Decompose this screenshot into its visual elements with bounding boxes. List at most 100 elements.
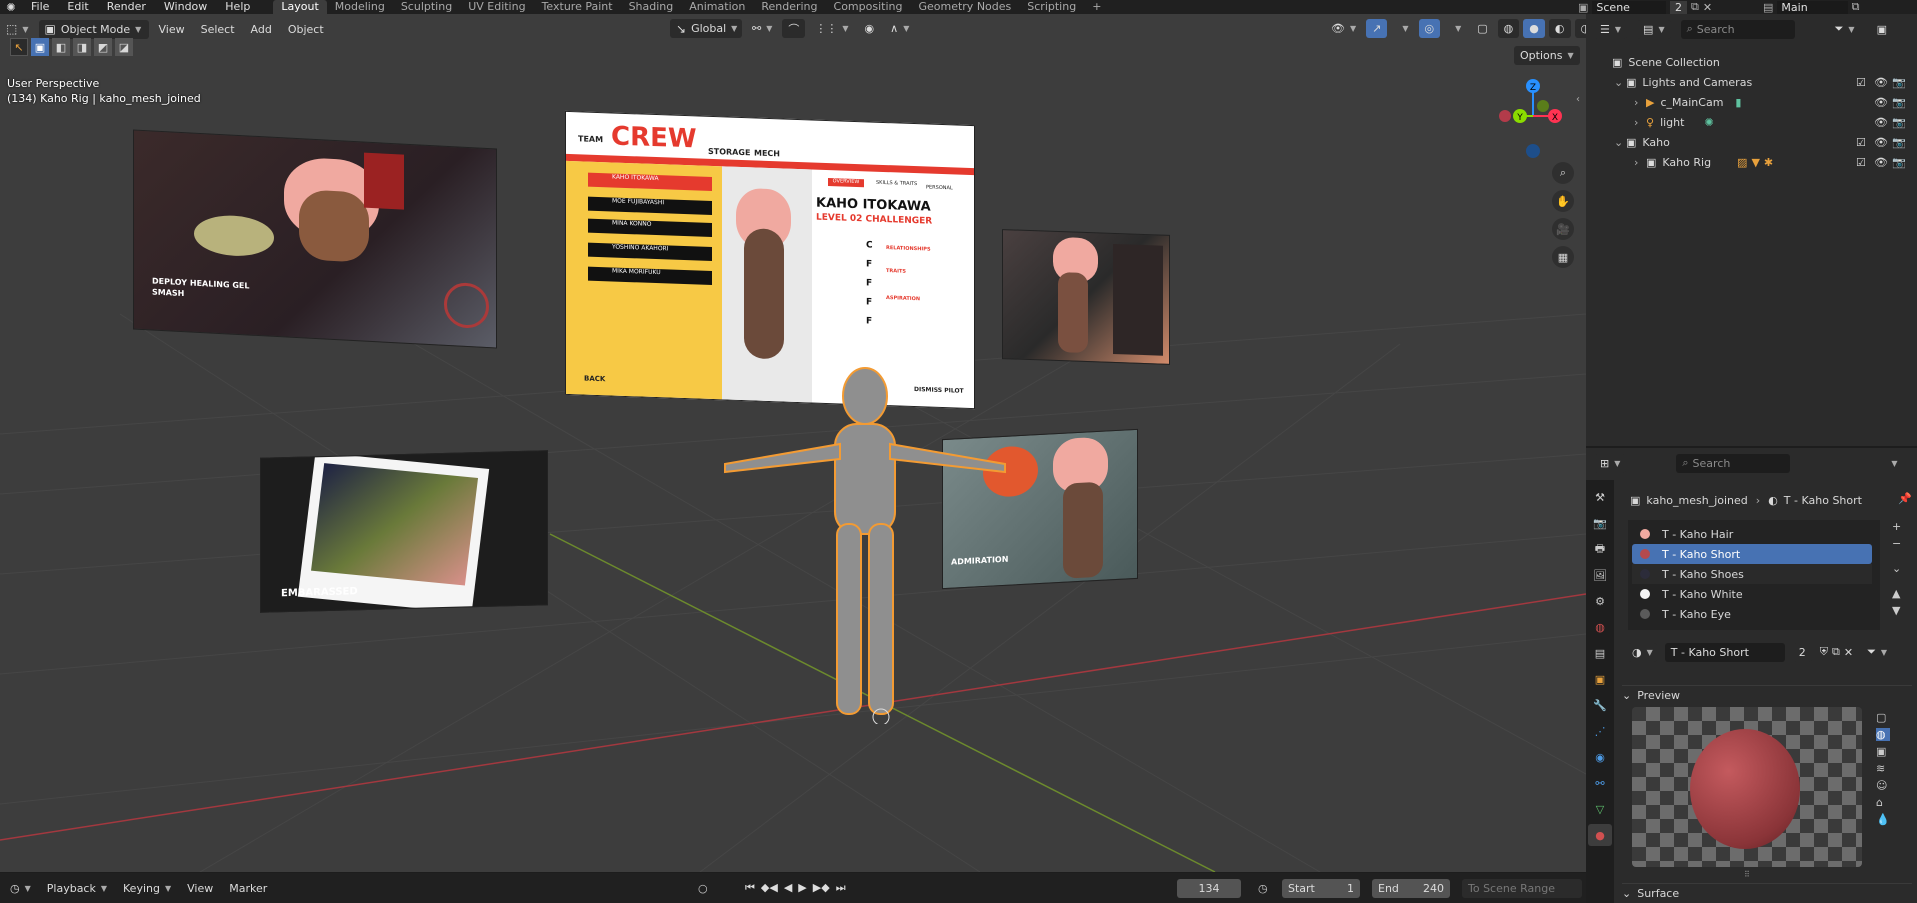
gizmo-toggle-icon[interactable]: ↗ — [1366, 19, 1388, 38]
expand-arrow-icon[interactable]: › — [1634, 96, 1646, 109]
shading-material-icon[interactable]: ◐ — [1548, 19, 1571, 38]
properties-options-icon[interactable]: ▼ — [1880, 454, 1903, 473]
playback-menu[interactable]: Playback ▼ — [41, 879, 113, 898]
image-plane-bottom-left[interactable]: EMBARASSED — [260, 450, 548, 613]
overlay-toggle-icon[interactable]: ◎ — [1418, 19, 1441, 38]
scene-tab-icon[interactable]: ⚙ — [1588, 590, 1612, 612]
tab-texture-paint[interactable]: Texture Paint — [534, 0, 621, 14]
orientation-select[interactable]: ↘ Global ▼ — [670, 19, 742, 38]
preview-hair-icon[interactable]: ≋ — [1876, 762, 1890, 775]
output-tab-icon[interactable]: 🖶 — [1588, 538, 1612, 560]
scene-name[interactable]: Scene — [1592, 0, 1666, 14]
menu-object[interactable]: Object — [282, 20, 330, 39]
material-slot-short[interactable]: T - Kaho Short — [1632, 544, 1872, 564]
shading-wireframe-icon[interactable]: ◍ — [1497, 19, 1520, 38]
scene-users[interactable]: 2 — [1669, 0, 1687, 14]
start-frame-field[interactable]: Start 1 — [1282, 878, 1360, 898]
menu-select[interactable]: Select — [195, 20, 241, 39]
modifier-tab-icon[interactable]: 🔧 — [1588, 694, 1612, 716]
sidebar-toggle-icon[interactable]: ‹ — [1576, 94, 1580, 105]
image-plane-top-left[interactable]: DEPLOY HEALING GEL SMASH — [133, 129, 497, 349]
fake-user-icon[interactable]: ⛨ — [1820, 645, 1828, 659]
outliner-scene-collection[interactable]: ▣ Scene Collection — [1586, 52, 1917, 72]
select-extend-icon[interactable]: ◧ — [52, 38, 70, 56]
tab-shading[interactable]: Shading — [621, 0, 682, 14]
expand-arrow-icon[interactable]: › — [1634, 116, 1646, 129]
overlay-dropdown-icon[interactable]: ▼ — [1444, 19, 1467, 38]
data-tab-icon[interactable]: ▽ — [1588, 798, 1612, 820]
keying-menu[interactable]: Keying ▼ — [117, 879, 177, 898]
pan-hand-icon[interactable]: ✋ — [1552, 190, 1574, 212]
timeline-view-menu[interactable]: View — [181, 879, 219, 898]
move-slot-down-icon[interactable]: ▼ — [1892, 604, 1901, 617]
new-collection-icon[interactable]: ▣ — [1871, 20, 1893, 39]
render-tab-icon[interactable]: 📷 — [1588, 512, 1612, 534]
tab-compositing[interactable]: Compositing — [826, 0, 911, 14]
timeline-editor-type-icon[interactable]: ◷ ▼ — [4, 879, 37, 898]
tab-skills[interactable]: SKILLS & TRAITS — [876, 180, 917, 187]
character-model[interactable] — [715, 364, 1015, 724]
object-tab-icon[interactable]: ▣ — [1588, 668, 1612, 690]
marker-menu[interactable]: Marker — [223, 879, 273, 898]
physics-tab-icon[interactable]: ◉ — [1588, 746, 1612, 768]
tab-layout[interactable]: Layout — [273, 0, 327, 14]
menu-edit[interactable]: Edit — [58, 0, 97, 14]
3d-viewport[interactable]: ⬚ ▼ ▣ Object Mode ▼ View Select Add Object … — [0, 14, 1586, 872]
eye-icon[interactable]: 👁 — [1874, 76, 1888, 89]
remove-slot-icon[interactable]: − — [1892, 537, 1901, 550]
view-layer-tab-icon[interactable]: 🖼 — [1588, 564, 1612, 586]
eye-icon[interactable]: 👁 — [1874, 156, 1888, 169]
options-button[interactable]: Options ▼ — [1514, 46, 1580, 65]
preview-cube-icon[interactable]: ▣ — [1876, 745, 1890, 758]
render-camera-icon[interactable]: 📷 — [1892, 76, 1906, 89]
slot-specials-icon[interactable]: ⌄ — [1892, 562, 1901, 575]
menu-view[interactable]: View — [153, 20, 191, 39]
outliner-row-kaho[interactable]: ⌄ ▣ Kaho ☑ 👁 📷 — [1586, 132, 1917, 152]
preview-sphere-icon[interactable]: ◍ — [1876, 728, 1890, 741]
material-users-count[interactable]: 2 — [1792, 642, 1812, 662]
copy-view-layer-icon[interactable]: ⧉ — [1852, 0, 1860, 14]
menu-help[interactable]: Help — [216, 0, 259, 14]
expand-arrow-icon[interactable]: ⌄ — [1614, 136, 1626, 149]
tab-scripting[interactable]: Scripting — [1019, 0, 1084, 14]
particles-tab-icon[interactable]: ⋰ — [1588, 720, 1612, 742]
zoom-icon[interactable]: ⌕ — [1552, 162, 1574, 184]
preview-panel-header[interactable]: ⌄ Preview — [1622, 685, 1912, 705]
select-tool-icon[interactable]: ↖ — [10, 38, 28, 56]
tab-personal[interactable]: PERSONAL — [926, 184, 953, 191]
material-slot-shoes[interactable]: T - Kaho Shoes — [1632, 564, 1872, 584]
view-layer-name[interactable]: Main — [1777, 0, 1848, 14]
pin-icon[interactable]: 📌 — [1898, 492, 1912, 505]
falloff-icon[interactable]: ∧ ▼ — [884, 19, 915, 38]
image-plane-top-right[interactable] — [1002, 229, 1170, 365]
collection-tab-icon[interactable]: ▤ — [1588, 642, 1612, 664]
menu-add[interactable]: Add — [245, 20, 278, 39]
visibility-icon[interactable]: 👁 ▼ — [1325, 19, 1362, 38]
tool-tab-icon[interactable]: ⚒ — [1588, 486, 1612, 508]
constraints-tab-icon[interactable]: ⚯ — [1588, 772, 1612, 794]
tab-animation[interactable]: Animation — [681, 0, 753, 14]
browse-material-icon[interactable]: ◑ ▼ — [1628, 642, 1657, 662]
mode-select[interactable]: ▣ Object Mode ▼ — [38, 19, 149, 39]
preview-fluid-icon[interactable]: 💧 — [1876, 813, 1890, 826]
display-mode-icon[interactable]: ▤ ▼ — [1637, 19, 1671, 39]
add-slot-icon[interactable]: + — [1892, 520, 1901, 533]
exclude-checkbox[interactable]: ☑ — [1856, 76, 1866, 89]
pivot-point-icon[interactable]: ⚯ ▼ — [746, 19, 778, 38]
tab-overview[interactable]: OVERVIEW — [828, 178, 864, 188]
menu-render[interactable]: Render — [98, 0, 155, 14]
navigation-gizmo[interactable]: Z Y X — [1495, 76, 1565, 171]
material-name-field[interactable]: T - Kaho Short — [1664, 642, 1785, 662]
render-camera-icon[interactable]: 📷 — [1892, 96, 1906, 109]
move-slot-up-icon[interactable]: ▲ — [1892, 587, 1901, 600]
play-reverse-icon[interactable]: ◀ — [784, 881, 792, 895]
gizmo-dropdown-icon[interactable]: ▼ — [1391, 19, 1414, 38]
expand-arrow-icon[interactable]: ⌄ — [1614, 76, 1626, 89]
eye-icon[interactable]: 👁 — [1874, 116, 1888, 129]
snap-target-icon[interactable]: ⋮⋮ ▼ — [809, 19, 854, 38]
proportional-edit-icon[interactable]: ◉ — [859, 19, 881, 38]
perspective-toggle-icon[interactable]: ▦ — [1552, 246, 1574, 268]
render-camera-icon[interactable]: 📷 — [1892, 156, 1906, 169]
resize-handle-icon[interactable]: ⠿ — [1744, 870, 1750, 879]
blender-logo-icon[interactable]: ✺ — [0, 1, 22, 14]
